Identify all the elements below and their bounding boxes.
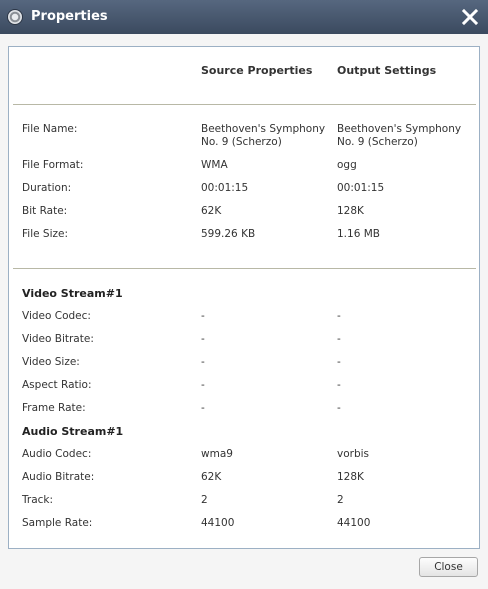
audio-bitrate-output: 128K — [337, 471, 364, 483]
file-size-output: 1.16 MB — [337, 228, 380, 240]
track-label: Track: — [22, 494, 54, 506]
audio-bitrate-source: 62K — [201, 471, 222, 483]
audio-codec-source: wma9 — [201, 448, 233, 460]
close-button[interactable]: Close — [419, 557, 478, 577]
video-codec-label: Video Codec: — [22, 310, 91, 322]
file-name-label: File Name: — [22, 123, 78, 135]
video-bitrate-output: - — [337, 333, 341, 345]
audio-bitrate-label: Audio Bitrate: — [22, 471, 95, 483]
file-format-source: WMA — [201, 159, 228, 171]
duration-label: Duration: — [22, 182, 72, 194]
output-settings-header: Output Settings — [337, 64, 437, 77]
frame-rate-label: Frame Rate: — [22, 402, 86, 414]
bit-rate-source: 62K — [201, 205, 222, 217]
aspect-ratio-output: - — [337, 379, 341, 391]
divider — [13, 104, 476, 105]
video-size-source: - — [201, 356, 205, 368]
aspect-ratio-source: - — [201, 379, 205, 391]
title-bar: Properties — [0, 0, 488, 34]
video-codec-output: - — [337, 310, 341, 322]
file-size-label: File Size: — [22, 228, 68, 240]
track-output: 2 — [337, 494, 344, 506]
audio-codec-label: Audio Codec: — [22, 448, 92, 460]
file-name-source: Beethoven's Symphony No. 9 (Scherzo) — [201, 123, 326, 148]
properties-panel: Source Properties Output Settings File N… — [8, 46, 480, 549]
file-format-label: File Format: — [22, 159, 84, 171]
bit-rate-label: Bit Rate: — [22, 205, 68, 217]
video-bitrate-source: - — [201, 333, 205, 345]
video-bitrate-label: Video Bitrate: — [22, 333, 94, 345]
aspect-ratio-label: Aspect Ratio: — [22, 379, 92, 391]
source-properties-header: Source Properties — [201, 64, 313, 77]
audio-codec-output: vorbis — [337, 448, 370, 460]
frame-rate-source: - — [201, 402, 205, 414]
sample-rate-output: 44100 — [337, 517, 371, 529]
track-source: 2 — [201, 494, 208, 506]
sample-rate-label: Sample Rate: — [22, 517, 93, 529]
video-size-label: Video Size: — [22, 356, 80, 368]
frame-rate-output: - — [337, 402, 341, 414]
file-size-source: 599.26 KB — [201, 228, 256, 240]
audio-stream-heading: Audio Stream#1 — [22, 425, 124, 438]
file-format-output: ogg — [337, 159, 357, 171]
video-stream-heading: Video Stream#1 — [22, 287, 123, 300]
video-codec-source: - — [201, 310, 205, 322]
duration-output: 00:01:15 — [337, 182, 385, 194]
window-body: Source Properties Output Settings File N… — [0, 34, 488, 589]
media-disc-icon — [7, 9, 23, 25]
bit-rate-output: 128K — [337, 205, 364, 217]
duration-source: 00:01:15 — [201, 182, 249, 194]
sample-rate-source: 44100 — [201, 517, 235, 529]
file-name-output: Beethoven's Symphony No. 9 (Scherzo) — [337, 123, 462, 148]
window-title: Properties — [31, 9, 108, 24]
video-size-output: - — [337, 356, 341, 368]
close-x-icon[interactable] — [461, 8, 479, 26]
divider — [13, 268, 476, 269]
